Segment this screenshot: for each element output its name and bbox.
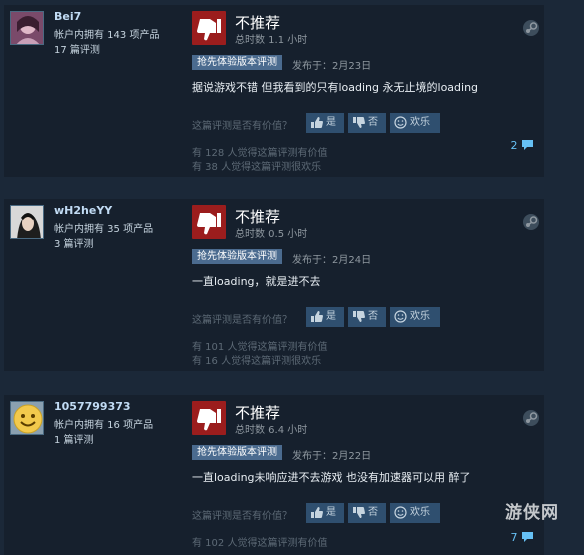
avatar[interactable] [10, 11, 44, 45]
early-access-badge: 抢先体验版本评测 [192, 249, 282, 264]
hours-played: 总时数 1.1 小时 [235, 35, 308, 46]
review-text: 一直loading，就是进不去 [192, 275, 321, 288]
review-verdict[interactable]: 不推荐 [235, 12, 280, 33]
vote-yes-button[interactable]: 是 [306, 113, 344, 133]
vote-no-label: 否 [368, 507, 378, 518]
review-card: Bei7 帐户内拥有 143 项产品 17 篇评测 不推荐 总时数 1.1 小时… [4, 5, 544, 177]
smiley-icon [394, 310, 407, 323]
helpful-question: 这篇评测是否有价值？ [192, 511, 292, 522]
vote-no-button[interactable]: 否 [348, 503, 386, 523]
username[interactable]: Bei7 [54, 10, 81, 23]
review-count[interactable]: 17 篇评测 [54, 41, 100, 56]
helpful-question: 这篇评测是否有价值？ [192, 121, 292, 132]
comment-count[interactable]: 2 [511, 139, 535, 152]
early-access-badge: 抢先体验版本评测 [192, 55, 282, 70]
thumbs-down-icon[interactable] [192, 205, 226, 239]
avatar[interactable] [10, 401, 44, 435]
products-owned[interactable]: 帐户内拥有 16 项产品 [54, 416, 153, 431]
review-verdict[interactable]: 不推荐 [235, 206, 280, 227]
site-watermark: 游侠网 [505, 503, 559, 523]
vote-yes-label: 是 [326, 507, 336, 518]
vote-no-button[interactable]: 否 [348, 307, 386, 327]
thumbs-down-small-icon [353, 311, 365, 322]
review-count[interactable]: 1 篇评测 [54, 431, 94, 446]
vote-no-label: 否 [368, 117, 378, 128]
thumbs-up-icon [311, 117, 323, 128]
comment-count[interactable]: 7 [511, 531, 535, 544]
thumbs-up-icon [311, 311, 323, 322]
steam-icon [522, 409, 540, 427]
avatar[interactable] [10, 205, 44, 239]
posted-date: 发布于：2月22日 [292, 451, 372, 462]
helpful-stat: 有 102 人觉得这篇评测有价值 [192, 538, 328, 549]
vote-yes-label: 是 [326, 311, 336, 322]
helpful-question: 这篇评测是否有价值？ [192, 315, 292, 326]
thumbs-up-icon [311, 507, 323, 518]
review-count[interactable]: 3 篇评测 [54, 235, 94, 250]
comment-count-value: 2 [510, 139, 518, 152]
steam-icon [522, 19, 540, 37]
products-owned[interactable]: 帐户内拥有 143 项产品 [54, 26, 159, 41]
steam-icon [522, 213, 540, 231]
vote-funny-button[interactable]: 欢乐 [390, 113, 440, 133]
review-card: 1057799373 帐户内拥有 16 项产品 1 篇评测 不推荐 总时数 6.… [4, 395, 544, 555]
vote-no-label: 否 [368, 311, 378, 322]
comment-icon [522, 140, 533, 150]
vote-yes-button[interactable]: 是 [306, 503, 344, 523]
thumbs-down-icon[interactable] [192, 401, 226, 435]
vote-funny-label: 欢乐 [410, 117, 430, 128]
thumbs-down-small-icon [353, 507, 365, 518]
comment-icon [522, 532, 533, 542]
smiley-icon [394, 506, 407, 519]
hours-played: 总时数 6.4 小时 [235, 425, 308, 436]
hours-played: 总时数 0.5 小时 [235, 229, 308, 240]
vote-no-button[interactable]: 否 [348, 113, 386, 133]
funny-stat: 有 16 人觉得这篇评测很欢乐 [192, 356, 322, 367]
review-text: 据说游戏不错 但我看到的只有loading 永无止境的loading [192, 81, 479, 94]
review-text: 一直loading未响应进不去游戏 也没有加速器可以用 醉了 [192, 471, 471, 484]
review-card: wH2heYY 帐户内拥有 35 项产品 3 篇评测 不推荐 总时数 0.5 小… [4, 199, 544, 371]
username[interactable]: 1057799373 [54, 400, 131, 413]
posted-date: 发布于：2月24日 [292, 255, 372, 266]
posted-date: 发布于：2月23日 [292, 61, 372, 72]
funny-stat: 有 38 人觉得这篇评测很欢乐 [192, 162, 322, 173]
comment-count-value: 7 [510, 531, 518, 544]
helpful-stat: 有 128 人觉得这篇评测有价值 [192, 148, 328, 159]
vote-funny-label: 欢乐 [410, 507, 430, 518]
early-access-badge: 抢先体验版本评测 [192, 445, 282, 460]
smiley-icon [394, 116, 407, 129]
username[interactable]: wH2heYY [54, 204, 112, 217]
helpful-stat: 有 101 人觉得这篇评测有价值 [192, 342, 328, 353]
products-owned[interactable]: 帐户内拥有 35 项产品 [54, 220, 153, 235]
thumbs-down-icon[interactable] [192, 11, 226, 45]
vote-funny-button[interactable]: 欢乐 [390, 307, 440, 327]
review-verdict[interactable]: 不推荐 [235, 402, 280, 423]
vote-yes-label: 是 [326, 117, 336, 128]
thumbs-down-small-icon [353, 117, 365, 128]
vote-yes-button[interactable]: 是 [306, 307, 344, 327]
vote-funny-button[interactable]: 欢乐 [390, 503, 440, 523]
vote-funny-label: 欢乐 [410, 311, 430, 322]
